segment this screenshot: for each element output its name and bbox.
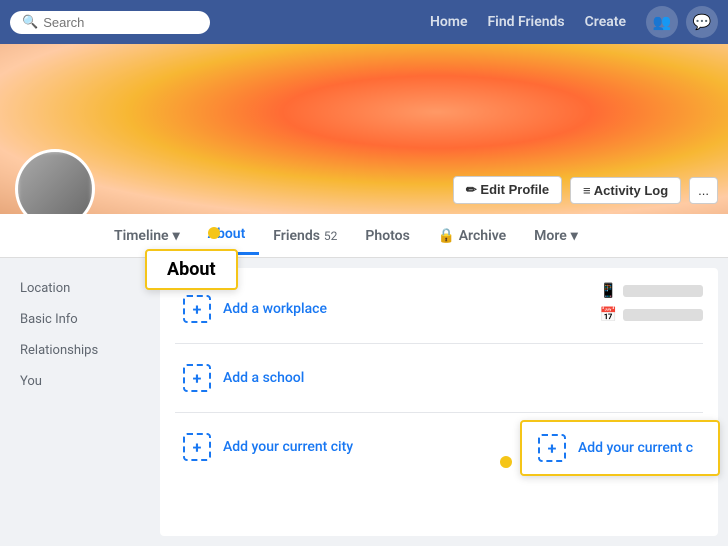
friends-count-badge: 52 (324, 229, 338, 243)
right-info-panel: 📱 📅 (600, 283, 703, 323)
floating-add-icon: + (538, 434, 566, 462)
info-blur-2 (623, 309, 703, 321)
edit-profile-button[interactable]: ✏ Edit Profile (453, 176, 562, 204)
add-city-icon: + (183, 433, 211, 461)
add-workplace-label: Add a workplace (223, 301, 327, 317)
people-icon: 👥 (653, 13, 672, 31)
main-content: Location Basic Info Relationships You 📱 … (0, 258, 728, 546)
tab-photos[interactable]: Photos (351, 218, 423, 254)
cover-action-buttons: ✏ Edit Profile ≡ Activity Log ... (453, 176, 718, 204)
city-annotation-dot (500, 456, 512, 468)
messenger-icon-btn[interactable]: 💬 (686, 6, 718, 38)
about-callout-tooltip: About (145, 249, 238, 290)
nav-home[interactable]: Home (430, 14, 468, 30)
info-row-2: 📅 (600, 307, 703, 323)
tab-more[interactable]: More ▾ (520, 218, 592, 254)
phone-icon: 📱 (600, 283, 617, 299)
add-school-label: Add a school (223, 370, 304, 386)
nav-icons: 👥 💬 (646, 6, 718, 38)
activity-log-button[interactable]: ≡ Activity Log (570, 177, 681, 204)
divider-2 (175, 412, 703, 413)
add-school-icon: + (183, 364, 211, 392)
calendar-icon: 📅 (600, 307, 617, 323)
profile-tabs-area: Timeline ▾ About Friends 52 Photos 🔒 Arc… (0, 214, 728, 258)
more-options-button[interactable]: ... (689, 177, 718, 204)
add-school-item[interactable]: + Add a school (175, 352, 703, 404)
top-navigation: 🔍 Home Find Friends Create 👥 💬 (0, 0, 728, 44)
friends-icon-btn[interactable]: 👥 (646, 6, 678, 38)
nav-links: Home Find Friends Create (430, 14, 626, 30)
profile-picture (15, 149, 95, 214)
add-workplace-icon: + (183, 295, 211, 323)
info-blur-1 (623, 285, 703, 297)
floating-add-city-label: Add your current c (578, 440, 693, 456)
left-sidebar: Location Basic Info Relationships You (10, 268, 150, 536)
tab-archive[interactable]: 🔒 Archive (424, 218, 520, 254)
sidebar-item-basic-info[interactable]: Basic Info (10, 304, 150, 335)
divider-1 (175, 343, 703, 344)
about-annotation-dot (208, 227, 220, 239)
search-icon: 🔍 (22, 15, 38, 30)
info-row-1: 📱 (600, 283, 703, 299)
sidebar-item-you[interactable]: You (10, 366, 150, 397)
nav-find-friends[interactable]: Find Friends (487, 14, 564, 30)
search-input[interactable] (43, 15, 198, 30)
cover-photo-area: ✏ Edit Profile ≡ Activity Log ... (0, 44, 728, 214)
about-content-panel: 📱 📅 + Add a workplace + Add a school (160, 268, 718, 536)
tab-friends[interactable]: Friends 52 (259, 218, 351, 254)
profile-pic-image (18, 152, 92, 214)
messenger-icon: 💬 (693, 13, 712, 31)
sidebar-item-location[interactable]: Location (10, 273, 150, 304)
nav-create[interactable]: Create (585, 14, 626, 30)
add-city-label: Add your current city (223, 439, 353, 455)
search-bar[interactable]: 🔍 (10, 11, 210, 34)
floating-add-city-box[interactable]: + Add your current c (520, 420, 720, 476)
sidebar-item-relationships[interactable]: Relationships (10, 335, 150, 366)
